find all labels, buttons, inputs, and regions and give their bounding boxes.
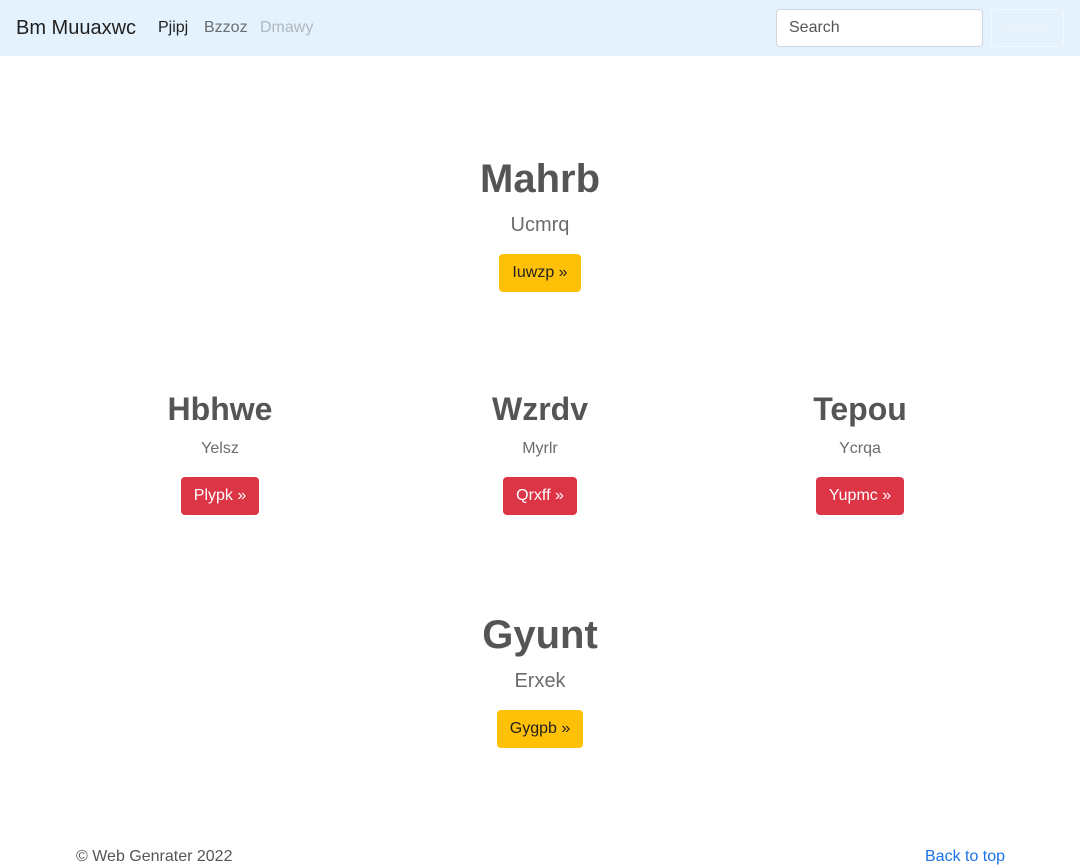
bottom-title: Gyunt	[482, 613, 598, 657]
back-to-top-link[interactable]: Back to top	[925, 847, 1005, 867]
column-subtitle: Myrlr	[522, 440, 558, 457]
column-title: Tepou	[813, 391, 907, 427]
navbar: Bm Muuaxwc Pjipj Bzzoz Dmawy Search	[0, 0, 1080, 56]
column-1: Hbhwe Yelsz Plypk »	[70, 390, 370, 515]
navbar-brand[interactable]: Bm Muuaxwc	[16, 16, 136, 40]
bottom-subtitle: Erxek	[514, 670, 566, 692]
footer-copyright: © Web Genrater 2022	[76, 848, 233, 865]
bottom-section: Gyunt Erxek Gygpb »	[340, 611, 740, 748]
column-title: Wzrdv	[492, 391, 588, 427]
column-button[interactable]: Qrxff »	[503, 477, 577, 515]
search-input[interactable]	[776, 9, 983, 47]
hero-subtitle: Ucmrq	[510, 214, 570, 236]
column-button[interactable]: Yupmc »	[815, 477, 905, 515]
column-button[interactable]: Plypk »	[180, 477, 260, 515]
nav-link-dmawy[interactable]: Dmawy	[260, 18, 313, 38]
nav-link-bzzoz[interactable]: Bzzoz	[204, 18, 248, 38]
hero-title: Mahrb	[480, 157, 600, 201]
nav-link-pjipj[interactable]: Pjipj	[158, 18, 188, 38]
column-3: Tepou Ycrqa Yupmc »	[710, 390, 1010, 515]
column-2: Wzrdv Myrlr Qrxff »	[390, 390, 690, 515]
column-subtitle: Ycrqa	[839, 440, 881, 457]
column-title: Hbhwe	[167, 391, 273, 427]
hero-button[interactable]: Iuwzp »	[499, 254, 581, 292]
search-button[interactable]: Search	[991, 9, 1064, 47]
bottom-button[interactable]: Gygpb »	[496, 710, 584, 748]
column-subtitle: Yelsz	[201, 440, 239, 457]
hero-section: Mahrb Ucmrq Iuwzp »	[340, 155, 740, 292]
